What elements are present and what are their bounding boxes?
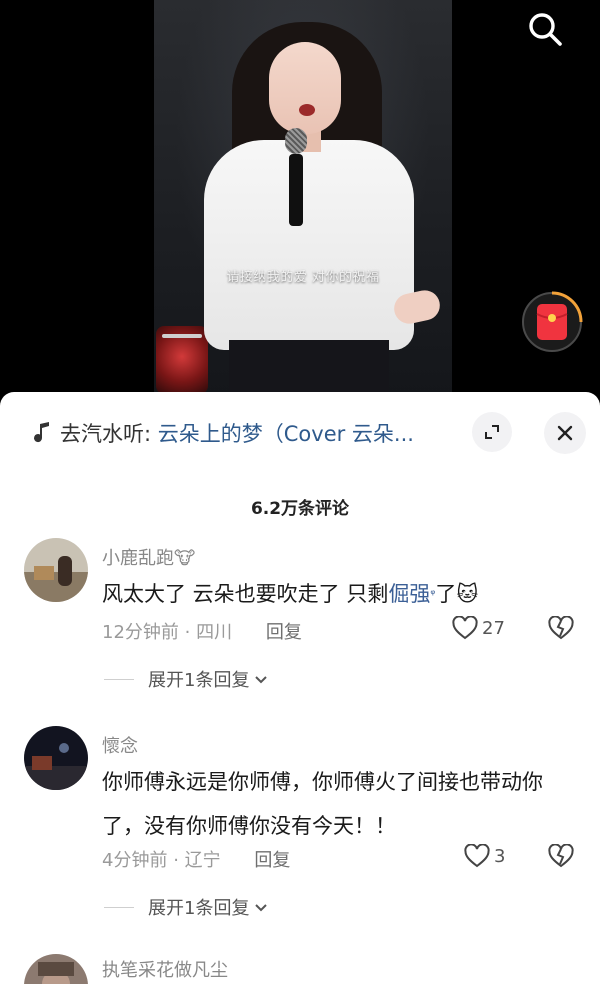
like-count: 3: [494, 845, 506, 867]
comment-username[interactable]: 懷念: [102, 732, 138, 758]
like-count: 27: [482, 617, 505, 639]
comment-item: 懷念 你师傅永远是你师傅，你师傅火了间接也带动你了，没有你师傅你没有今天！！ 4…: [0, 726, 600, 946]
comment-item: 执笔采花做凡尘: [0, 954, 600, 984]
divider-dash: [104, 906, 134, 908]
broken-heart-icon: [548, 615, 574, 640]
dislike-button[interactable]: [548, 615, 574, 644]
cat-emoji-icon: 🐱: [456, 582, 479, 606]
avatar-image: [24, 954, 88, 984]
comment-username[interactable]: 小鹿乱跑🐮: [102, 544, 195, 570]
dislike-button[interactable]: [548, 843, 574, 872]
avatar[interactable]: [24, 954, 88, 984]
comment-time: 4分钟前: [102, 850, 168, 871]
broken-heart-icon: [548, 843, 574, 868]
music-prefix: 去汽水听:: [60, 422, 152, 446]
comment-count: 6.2万条评论: [250, 499, 350, 519]
expand-icon: [485, 425, 499, 439]
chevron-down-icon: [255, 676, 268, 684]
video-frame[interactable]: 请接纳我的爱 对你的祝福: [154, 0, 452, 400]
microphone: [285, 128, 307, 226]
music-note-icon: [34, 422, 49, 443]
red-packet-button[interactable]: [520, 290, 584, 354]
comment-meta: 4分钟前 · 辽宁 回复: [102, 846, 290, 872]
comment-text: 你师傅永远是你师傅，你师傅火了间接也带动你了，没有你师傅你没有今天！！: [102, 770, 543, 838]
video-subtitle: 请接纳我的爱 对你的祝福: [226, 270, 380, 285]
reply-button[interactable]: 回复: [254, 850, 290, 871]
expand-replies-label: 展开1条回复: [148, 670, 250, 691]
divider-dash: [104, 678, 134, 680]
reply-button[interactable]: 回复: [266, 622, 302, 643]
like-button[interactable]: 3: [464, 844, 505, 868]
comment-item: 小鹿乱跑🐮 风太大了 云朵也要吹走了 只剩倔强ᵠ了🐱 12分钟前 · 四川 回复…: [0, 538, 600, 738]
comment-location: 辽宁: [184, 850, 221, 871]
singer-face: [269, 42, 341, 134]
video-player[interactable]: 请接纳我的爱 对你的祝福: [0, 0, 600, 400]
comment-text: 风太大了 云朵也要吹走了 只剩倔强ᵠ了🐱: [102, 572, 572, 616]
avatar[interactable]: [24, 538, 88, 602]
comment-meta: 12分钟前 · 四川 回复: [102, 618, 302, 644]
search-icon: [529, 13, 562, 46]
heart-icon: [464, 844, 490, 868]
red-packet-icon: [522, 291, 583, 352]
music-link[interactable]: 去汽水听: 云朵上的梦（Cover 云朵...: [60, 420, 460, 448]
comment-sheet: 去汽水听: 云朵上的梦（Cover 云朵... 6.2万条评论 小鹿乱跑🐮 风太…: [0, 392, 600, 984]
singer-shirt: [204, 140, 414, 350]
expand-replies-label: 展开1条回复: [148, 898, 250, 919]
meta-separator: ·: [184, 622, 197, 643]
avatar[interactable]: [24, 726, 88, 790]
chevron-down-icon: [255, 904, 268, 912]
expand-sheet-button[interactable]: [472, 412, 512, 452]
comment-location: 四川: [196, 622, 233, 643]
expand-replies-button[interactable]: 展开1条回复: [104, 894, 269, 920]
heart-icon: [452, 616, 478, 640]
avatar-image: [24, 538, 88, 602]
singer-mouth: [299, 104, 315, 116]
search-keyword-link[interactable]: 倔强: [388, 582, 430, 606]
avatar-image: [24, 726, 88, 790]
close-sheet-button[interactable]: [544, 412, 586, 454]
meta-separator: ·: [173, 850, 185, 871]
search-button[interactable]: [522, 6, 568, 52]
comment-time: 12分钟前: [102, 622, 179, 643]
drum-prop: [156, 326, 208, 394]
singer-skirt: [229, 340, 389, 400]
comment-username[interactable]: 执笔采花做凡尘: [102, 956, 228, 982]
comment-text-part: 风太大了 云朵也要吹走了 只剩: [102, 582, 389, 606]
music-bar[interactable]: 去汽水听: 云朵上的梦（Cover 云朵...: [0, 392, 600, 474]
close-icon: [557, 425, 573, 441]
expand-replies-button[interactable]: 展开1条回复: [104, 666, 269, 692]
comment-text-part: 了: [435, 582, 457, 606]
like-button[interactable]: 27: [452, 616, 505, 640]
music-title: 云朵上的梦（Cover 云朵...: [157, 422, 414, 446]
